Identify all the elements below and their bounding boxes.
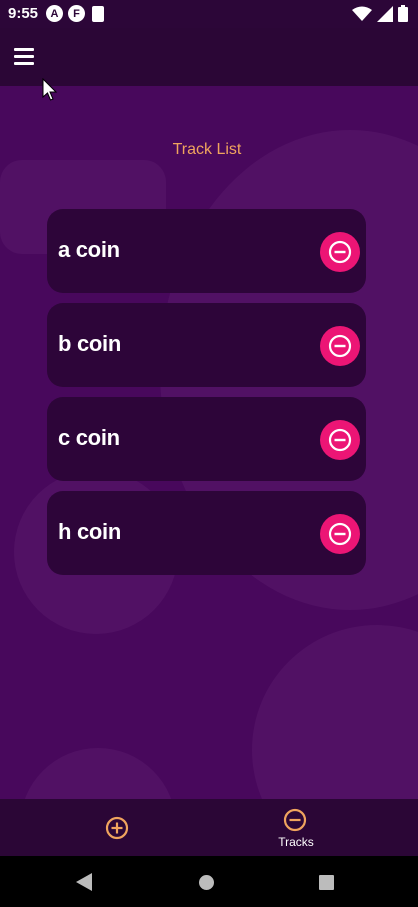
f-badge-icon: F — [68, 5, 85, 22]
remove-track-button[interactable] — [320, 232, 360, 272]
track-list: a coin b coin c coin h coin — [47, 209, 366, 585]
track-name: h coin — [58, 519, 121, 544]
status-notification-icons: A F — [46, 5, 104, 22]
track-card[interactable]: h coin — [47, 491, 366, 575]
status-time: 9:55 — [8, 5, 39, 22]
system-navigation-bar — [0, 856, 418, 907]
remove-circle-outline-icon — [283, 808, 307, 832]
battery-icon — [398, 5, 408, 22]
app-screen: 9:55 A F Track List a coin b coin c coin… — [0, 0, 418, 907]
track-name: b coin — [58, 331, 121, 356]
remove-track-button[interactable] — [320, 326, 360, 366]
remove-circle-icon — [328, 522, 352, 546]
cellular-signal-icon — [377, 5, 393, 22]
tracks-tab-label: Tracks — [278, 835, 314, 849]
bottom-navigation: Tracks — [0, 799, 418, 856]
app-bar — [0, 28, 418, 86]
track-name: c coin — [58, 425, 120, 450]
remove-track-button[interactable] — [320, 420, 360, 460]
add-circle-icon — [105, 816, 129, 840]
remove-circle-icon — [328, 428, 352, 452]
wifi-icon — [352, 6, 372, 21]
track-card[interactable]: a coin — [47, 209, 366, 293]
page-title: Track List — [172, 141, 242, 158]
sd-card-icon — [92, 6, 104, 22]
remove-circle-icon — [328, 334, 352, 358]
track-name: a coin — [58, 237, 120, 262]
recents-icon[interactable] — [319, 875, 334, 890]
remove-circle-icon — [328, 240, 352, 264]
back-icon[interactable] — [76, 873, 92, 891]
home-icon[interactable] — [199, 875, 214, 890]
status-system-icons — [352, 5, 408, 22]
status-bar: 9:55 A F — [0, 0, 418, 28]
track-card[interactable]: c coin — [47, 397, 366, 481]
mouse-cursor-icon — [42, 78, 58, 101]
hamburger-menu-icon[interactable] — [14, 48, 34, 65]
remove-track-button[interactable] — [320, 514, 360, 554]
track-card[interactable]: b coin — [47, 303, 366, 387]
add-track-button[interactable] — [105, 816, 129, 840]
tracks-tab[interactable]: Tracks — [270, 808, 322, 852]
a-badge-icon: A — [46, 5, 63, 22]
